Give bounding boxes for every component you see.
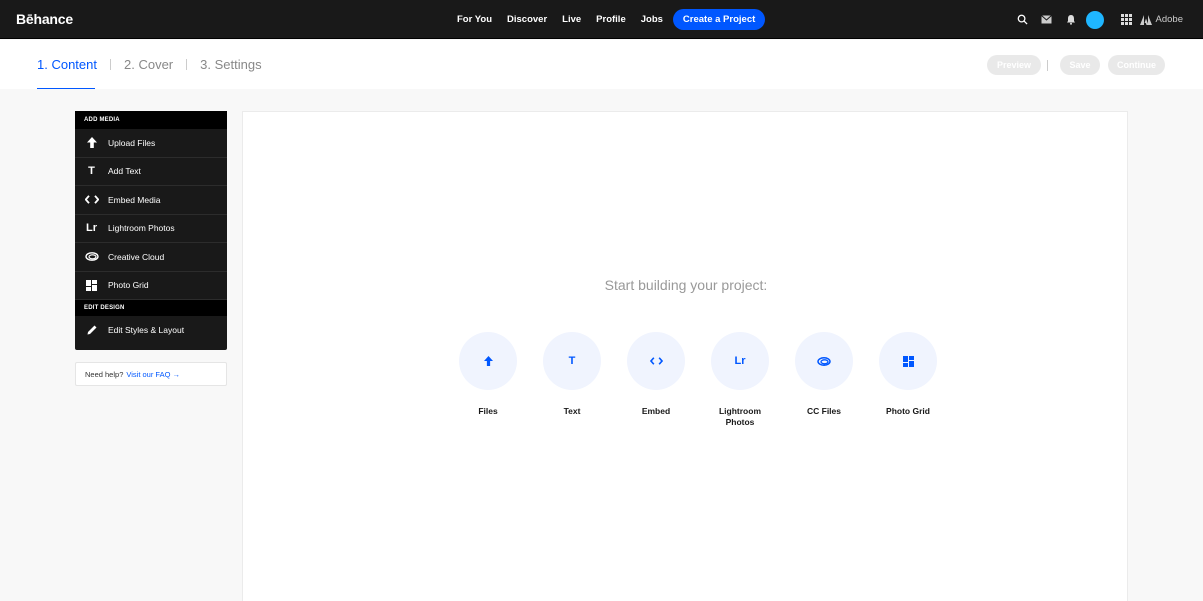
edit-styles-item[interactable]: Edit Styles & Layout [75,316,227,345]
grid-icon [879,332,937,390]
tile-label: Lightroom Photos [718,406,762,427]
code-icon [75,195,108,205]
nav-jobs[interactable]: Jobs [641,14,663,25]
help-text: Need help? [85,369,124,379]
edit-styles-label: Edit Styles & Layout [108,325,185,336]
tile-files[interactable]: Files [446,332,530,428]
project-canvas: Start building your project: Files T Tex… [242,111,1128,601]
behance-logo[interactable]: Bēhance [16,11,73,27]
nav-live[interactable]: Live [562,14,581,25]
top-icons: Adobe [1006,0,1183,39]
tab-settings[interactable]: 3. Settings [200,57,261,72]
upload-arrow-icon [75,137,108,149]
canvas-prompt: Start building your project: [604,277,768,293]
save-button[interactable]: Save [1060,55,1100,75]
nav-profile[interactable]: Profile [596,14,626,25]
tile-photo-grid[interactable]: Photo Grid [866,332,950,428]
tab-cover[interactable]: 2. Cover [124,57,173,72]
divider [1047,59,1048,71]
code-icon [627,332,685,390]
upload-files-label: Upload Files [108,137,156,148]
creative-cloud-icon [795,332,853,390]
embed-media-item[interactable]: Embed Media [75,186,227,215]
create-project-button[interactable]: Create a Project [672,9,766,30]
adobe-logo-icon [1139,14,1152,25]
add-text-item[interactable]: T Add Text [75,158,227,186]
faq-link[interactable]: Visit our FAQ → [126,370,180,379]
grid-icon [75,279,108,291]
edit-design-heading: EDIT DESIGN [75,300,227,316]
apps-grid-icon[interactable] [1120,13,1134,27]
add-media-heading: ADD MEDIA [75,111,227,129]
mail-icon[interactable] [1040,13,1054,27]
lightroom-photos-item[interactable]: Lr Lightroom Photos [75,215,227,243]
preview-button[interactable]: Preview [987,55,1041,75]
embed-media-label: Embed Media [108,194,161,205]
nav-for-you[interactable]: For You [457,14,492,25]
main-nav: For You Discover Live Profile Jobs Creat… [457,0,766,39]
media-tiles: Files T Text Embed Lr Lightroom Photos C… [446,332,950,428]
tile-label: Embed [641,406,671,416]
help-box: Need help? Visit our FAQ → [75,362,227,386]
divider [186,59,188,70]
tile-label: Files [478,406,498,416]
continue-button[interactable]: Continue [1108,55,1165,75]
add-text-label: Add Text [108,166,141,177]
steps-bar: 1. Content 2. Cover 3. Settings Preview … [0,40,1203,89]
top-nav: Bēhance For You Discover Live Profile Jo… [0,0,1203,39]
tile-embed[interactable]: Embed [614,332,698,428]
tile-lightroom-photos[interactable]: Lr Lightroom Photos [698,332,782,428]
text-icon: T [543,332,601,390]
nav-discover[interactable]: Discover [507,14,547,25]
creative-cloud-label: Creative Cloud [108,251,165,262]
tools-panel: ADD MEDIA Upload Files T Add Text Embed … [75,111,227,350]
adobe-link[interactable]: Adobe [1139,14,1183,25]
upload-files-item[interactable]: Upload Files [75,129,227,158]
lightroom-icon: Lr [86,222,97,235]
tile-label: CC Files [806,406,841,416]
bell-icon[interactable] [1064,13,1078,27]
text-icon: T [88,165,95,178]
photo-grid-item[interactable]: Photo Grid [75,272,227,300]
creative-cloud-item[interactable]: Creative Cloud [75,243,227,272]
lightroom-photos-label: Lightroom Photos [108,223,175,234]
step-tabs: 1. Content 2. Cover 3. Settings [37,57,262,72]
step-actions: Preview Save Continue [987,55,1165,75]
adobe-label: Adobe [1155,14,1183,25]
avatar[interactable] [1085,10,1104,29]
upload-arrow-icon [459,332,517,390]
photo-grid-label: Photo Grid [108,280,149,291]
active-tab-underline [37,88,95,89]
tile-text[interactable]: T Text [530,332,614,428]
search-icon[interactable] [1016,13,1030,27]
pencil-icon [75,325,108,335]
tab-content[interactable]: 1. Content [37,57,97,72]
divider [110,59,111,70]
tile-label: Photo Grid [886,406,930,416]
tile-cc-files[interactable]: CC Files [782,332,866,428]
tile-label: Text [563,406,581,416]
lightroom-icon: Lr [711,332,769,390]
creative-cloud-icon [75,252,108,262]
